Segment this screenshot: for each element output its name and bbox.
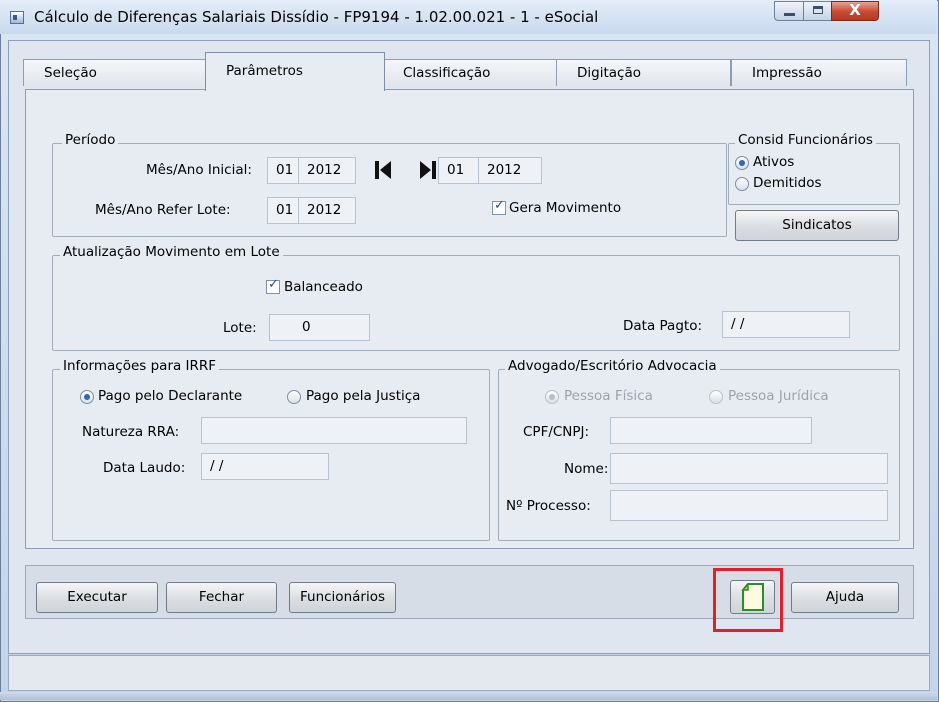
fechar-button[interactable]: Fechar <box>166 582 277 613</box>
demitidos-radio[interactable] <box>735 177 749 191</box>
n-processo-field[interactable] <box>610 490 888 521</box>
minimize-icon <box>784 13 795 16</box>
natureza-rra-label: Natureza RRA: <box>82 424 180 440</box>
tab-label: Seleção <box>44 65 97 81</box>
status-bar <box>8 655 930 691</box>
mes-ano-refer-lote-label: Mês/Ano Refer Lote: <box>95 202 231 218</box>
funcionarios-button[interactable]: Funcionários <box>289 582 396 613</box>
data-pagto-field[interactable]: / / <box>722 311 850 338</box>
tab-selecao[interactable]: Seleção <box>23 59 209 86</box>
tab-digitacao[interactable]: Digitação <box>556 59 731 86</box>
app-icon[interactable] <box>10 11 24 24</box>
window-bottom-border <box>0 692 937 700</box>
tab-classificacao[interactable]: Classificação <box>382 59 559 86</box>
pago-justica-label: Pago pela Justiça <box>306 388 421 404</box>
ativos-radio[interactable] <box>735 156 749 170</box>
pago-declarante-radio[interactable] <box>80 390 94 404</box>
cpf-cnpj-label: CPF/CNPJ: <box>523 424 590 440</box>
mes-final-field[interactable]: 01 <box>438 157 480 184</box>
tab-label: Digitação <box>577 65 641 81</box>
lote-label: Lote: <box>223 320 257 336</box>
executar-button[interactable]: Executar <box>36 582 158 613</box>
atualizacao-group-title: Atualização Movimento em Lote <box>60 244 283 260</box>
tab-label: Parâmetros <box>226 63 303 79</box>
window-title: Cálculo de Diferenças Salariais Dissídio… <box>34 8 599 26</box>
pessoa-fisica-radio[interactable] <box>545 390 559 404</box>
data-laudo-label: Data Laudo: <box>103 460 186 476</box>
ativos-label: Ativos <box>753 154 795 170</box>
balanceado-label: Balanceado <box>284 279 363 295</box>
tab-impressao[interactable]: Impressão <box>731 59 907 86</box>
periodo-group-title: Período <box>62 132 119 148</box>
irrf-group-title: Informações para IRRF <box>60 358 220 374</box>
tab-label: Classificação <box>403 65 491 81</box>
periodo-group <box>52 143 727 237</box>
pago-declarante-label: Pago pelo Declarante <box>98 388 243 404</box>
consid-funcionarios-title: Consid Funcionários <box>735 132 876 148</box>
close-icon: X <box>849 1 861 19</box>
advogado-group-title: Advogado/Escritório Advocacia <box>505 358 720 374</box>
data-pagto-label: Data Pagto: <box>623 318 703 334</box>
pago-justica-radio[interactable] <box>287 390 301 404</box>
sindicatos-button[interactable]: Sindicatos <box>735 210 899 241</box>
n-processo-label: Nº Processo: <box>506 498 591 514</box>
ano-final-field[interactable]: 2012 <box>478 157 542 184</box>
close-button[interactable]: X <box>831 1 879 21</box>
natureza-rra-field[interactable] <box>201 417 467 444</box>
gera-movimento-label: Gera Movimento <box>509 200 622 216</box>
gera-movimento-checkbox[interactable] <box>492 198 506 215</box>
ajuda-button[interactable]: Ajuda <box>791 582 899 613</box>
highlight-box <box>713 568 783 632</box>
maximize-icon <box>813 6 823 14</box>
nome-label: Nome: <box>564 461 609 477</box>
cpf-cnpj-field[interactable] <box>610 417 812 444</box>
balanceado-checkbox[interactable] <box>266 277 280 294</box>
first-record-icon[interactable] <box>375 161 391 179</box>
minimize-button[interactable] <box>774 1 804 21</box>
lote-field[interactable]: 0 <box>269 314 370 341</box>
ano-refer-field[interactable]: 2012 <box>298 197 356 224</box>
nome-field[interactable] <box>610 453 888 484</box>
consid-funcionarios-group <box>728 143 900 205</box>
pessoa-juridica-label: Pessoa Jurídica <box>728 388 829 404</box>
maximize-button[interactable] <box>803 1 832 21</box>
tab-label: Impressão <box>752 65 822 81</box>
mes-ano-inicial-label: Mês/Ano Inicial: <box>146 162 252 178</box>
tab-parametros[interactable]: Parâmetros <box>205 52 385 91</box>
ano-inicial-field[interactable]: 2012 <box>298 157 356 184</box>
last-record-icon[interactable] <box>420 161 436 179</box>
pessoa-juridica-radio[interactable] <box>709 390 723 404</box>
data-laudo-field[interactable]: / / <box>201 453 329 480</box>
demitidos-label: Demitidos <box>753 175 822 191</box>
pessoa-fisica-label: Pessoa Física <box>564 388 653 404</box>
